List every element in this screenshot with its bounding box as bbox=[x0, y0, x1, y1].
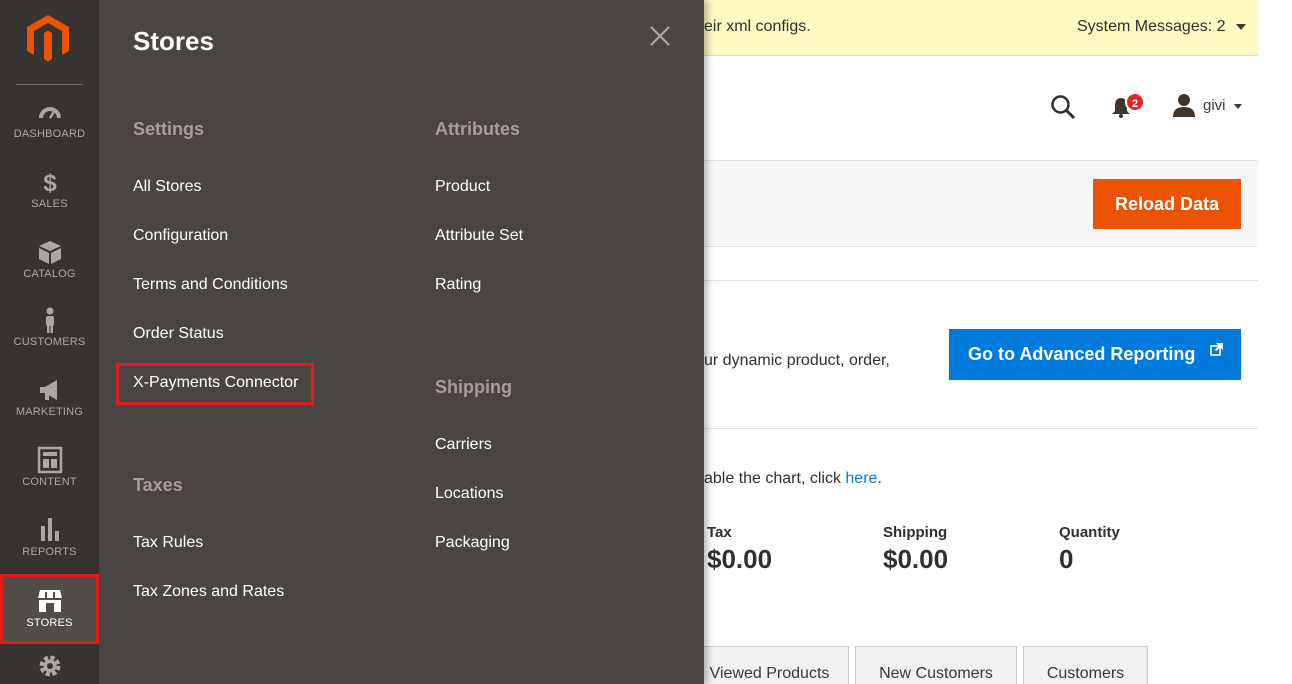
stat-shipping-label: Shipping bbox=[883, 524, 948, 541]
menu-item-configuration[interactable]: Configuration bbox=[133, 227, 228, 245]
svg-text:$: $ bbox=[43, 170, 57, 196]
sidebar-item-label: Marketing bbox=[15, 406, 84, 418]
menu-item-terms-and-conditions[interactable]: Terms and Conditions bbox=[133, 276, 288, 294]
sidebar-item-customers[interactable]: Customers bbox=[0, 306, 99, 374]
sidebar-item-label: Customers bbox=[13, 336, 86, 348]
sidebar-item-label: Stores bbox=[26, 617, 73, 629]
menu-item-packaging[interactable]: Packaging bbox=[435, 534, 510, 552]
reload-data-button[interactable]: Reload Data bbox=[1093, 179, 1241, 229]
divider bbox=[704, 280, 1258, 281]
stores-submenu: Stores Settings All Stores Configuration… bbox=[99, 0, 704, 684]
storefront-icon bbox=[37, 590, 62, 612]
megaphone-icon bbox=[39, 380, 57, 400]
submenu-title: Stores bbox=[133, 26, 214, 56]
group-title-attributes: Attributes bbox=[435, 119, 520, 139]
stat-quantity-label: Quantity bbox=[1059, 524, 1120, 541]
menu-item-all-stores[interactable]: All Stores bbox=[133, 178, 201, 196]
tab-new-customers[interactable]: New Customers bbox=[855, 646, 1017, 684]
advanced-reporting-button[interactable]: Go to Advanced Reporting bbox=[949, 329, 1241, 380]
system-message-text: eir xml configs. bbox=[704, 18, 811, 35]
external-link-icon bbox=[1210, 343, 1223, 356]
search-icon[interactable] bbox=[1050, 94, 1076, 120]
advanced-reporting-description: ur dynamic product, order, bbox=[704, 352, 890, 369]
sidebar-item-dashboard[interactable]: Dashboard bbox=[0, 98, 99, 166]
divider bbox=[704, 428, 1258, 429]
gear-icon bbox=[39, 655, 60, 677]
magento-logo[interactable] bbox=[25, 13, 71, 63]
notification-badge[interactable]: 2 bbox=[1125, 92, 1145, 112]
advanced-reporting-button-label: Go to Advanced Reporting bbox=[968, 344, 1196, 364]
box-icon bbox=[38, 241, 61, 264]
chart-note-suffix: . bbox=[877, 470, 882, 487]
sidebar-item-system[interactable] bbox=[0, 652, 99, 684]
stat-quantity-value: 0 bbox=[1059, 544, 1074, 574]
chart-note-text: able the chart, click bbox=[704, 470, 846, 487]
enable-chart-link[interactable]: here bbox=[845, 470, 877, 487]
admin-sidebar: Dashboard $ Sales Catalog Customers Mark… bbox=[0, 0, 99, 684]
sidebar-item-label: Dashboard bbox=[13, 128, 86, 140]
person-icon bbox=[45, 307, 54, 333]
admin-user-menu[interactable]: givi bbox=[1203, 97, 1226, 114]
sidebar-divider bbox=[16, 84, 83, 85]
menu-item-order-status[interactable]: Order Status bbox=[133, 325, 224, 343]
sidebar-item-label: Content bbox=[22, 476, 77, 488]
menu-item-product[interactable]: Product bbox=[435, 178, 490, 196]
sidebar-item-catalog[interactable]: Catalog bbox=[0, 238, 99, 306]
sidebar-item-marketing[interactable]: Marketing bbox=[0, 376, 99, 444]
close-icon[interactable] bbox=[648, 24, 672, 48]
group-title-shipping: Shipping bbox=[435, 377, 512, 397]
sidebar-item-label: Sales bbox=[31, 198, 68, 210]
sidebar-item-label: Reports bbox=[22, 546, 77, 558]
chart-disabled-note: able the chart, click here. bbox=[704, 470, 882, 488]
sidebar-item-sales[interactable]: $ Sales bbox=[0, 168, 99, 236]
user-icon[interactable] bbox=[1172, 93, 1196, 117]
chevron-down-icon[interactable] bbox=[1236, 24, 1246, 30]
system-messages-toggle[interactable]: System Messages: 2 bbox=[1077, 18, 1226, 36]
bar-chart-icon bbox=[40, 518, 59, 541]
menu-item-tax-zones-and-rates[interactable]: Tax Zones and Rates bbox=[133, 583, 284, 601]
menu-item-carriers[interactable]: Carriers bbox=[435, 436, 492, 454]
menu-item-attribute-set[interactable]: Attribute Set bbox=[435, 227, 523, 245]
group-title-taxes: Taxes bbox=[133, 475, 183, 495]
stat-shipping-value: $0.00 bbox=[883, 544, 949, 574]
sidebar-item-stores[interactable]: Stores bbox=[0, 574, 99, 644]
dashboard-icon bbox=[38, 107, 61, 119]
stat-tax-value: $0.00 bbox=[707, 544, 773, 574]
sidebar-item-label: Catalog bbox=[23, 268, 76, 280]
stat-tax-label: Tax bbox=[707, 524, 732, 541]
sidebar-item-content[interactable]: Content bbox=[0, 446, 99, 514]
menu-item-tax-rules[interactable]: Tax Rules bbox=[133, 534, 203, 552]
chevron-down-icon[interactable] bbox=[1234, 104, 1242, 109]
menu-item-x-payments-connector[interactable]: X-Payments Connector bbox=[116, 363, 315, 405]
menu-item-rating[interactable]: Rating bbox=[435, 276, 481, 294]
dollar-icon: $ bbox=[43, 170, 57, 196]
tab-customers[interactable]: Customers bbox=[1023, 646, 1148, 684]
menu-item-locations[interactable]: Locations bbox=[435, 485, 504, 503]
layout-icon bbox=[37, 446, 62, 474]
group-title-settings: Settings bbox=[133, 119, 205, 139]
